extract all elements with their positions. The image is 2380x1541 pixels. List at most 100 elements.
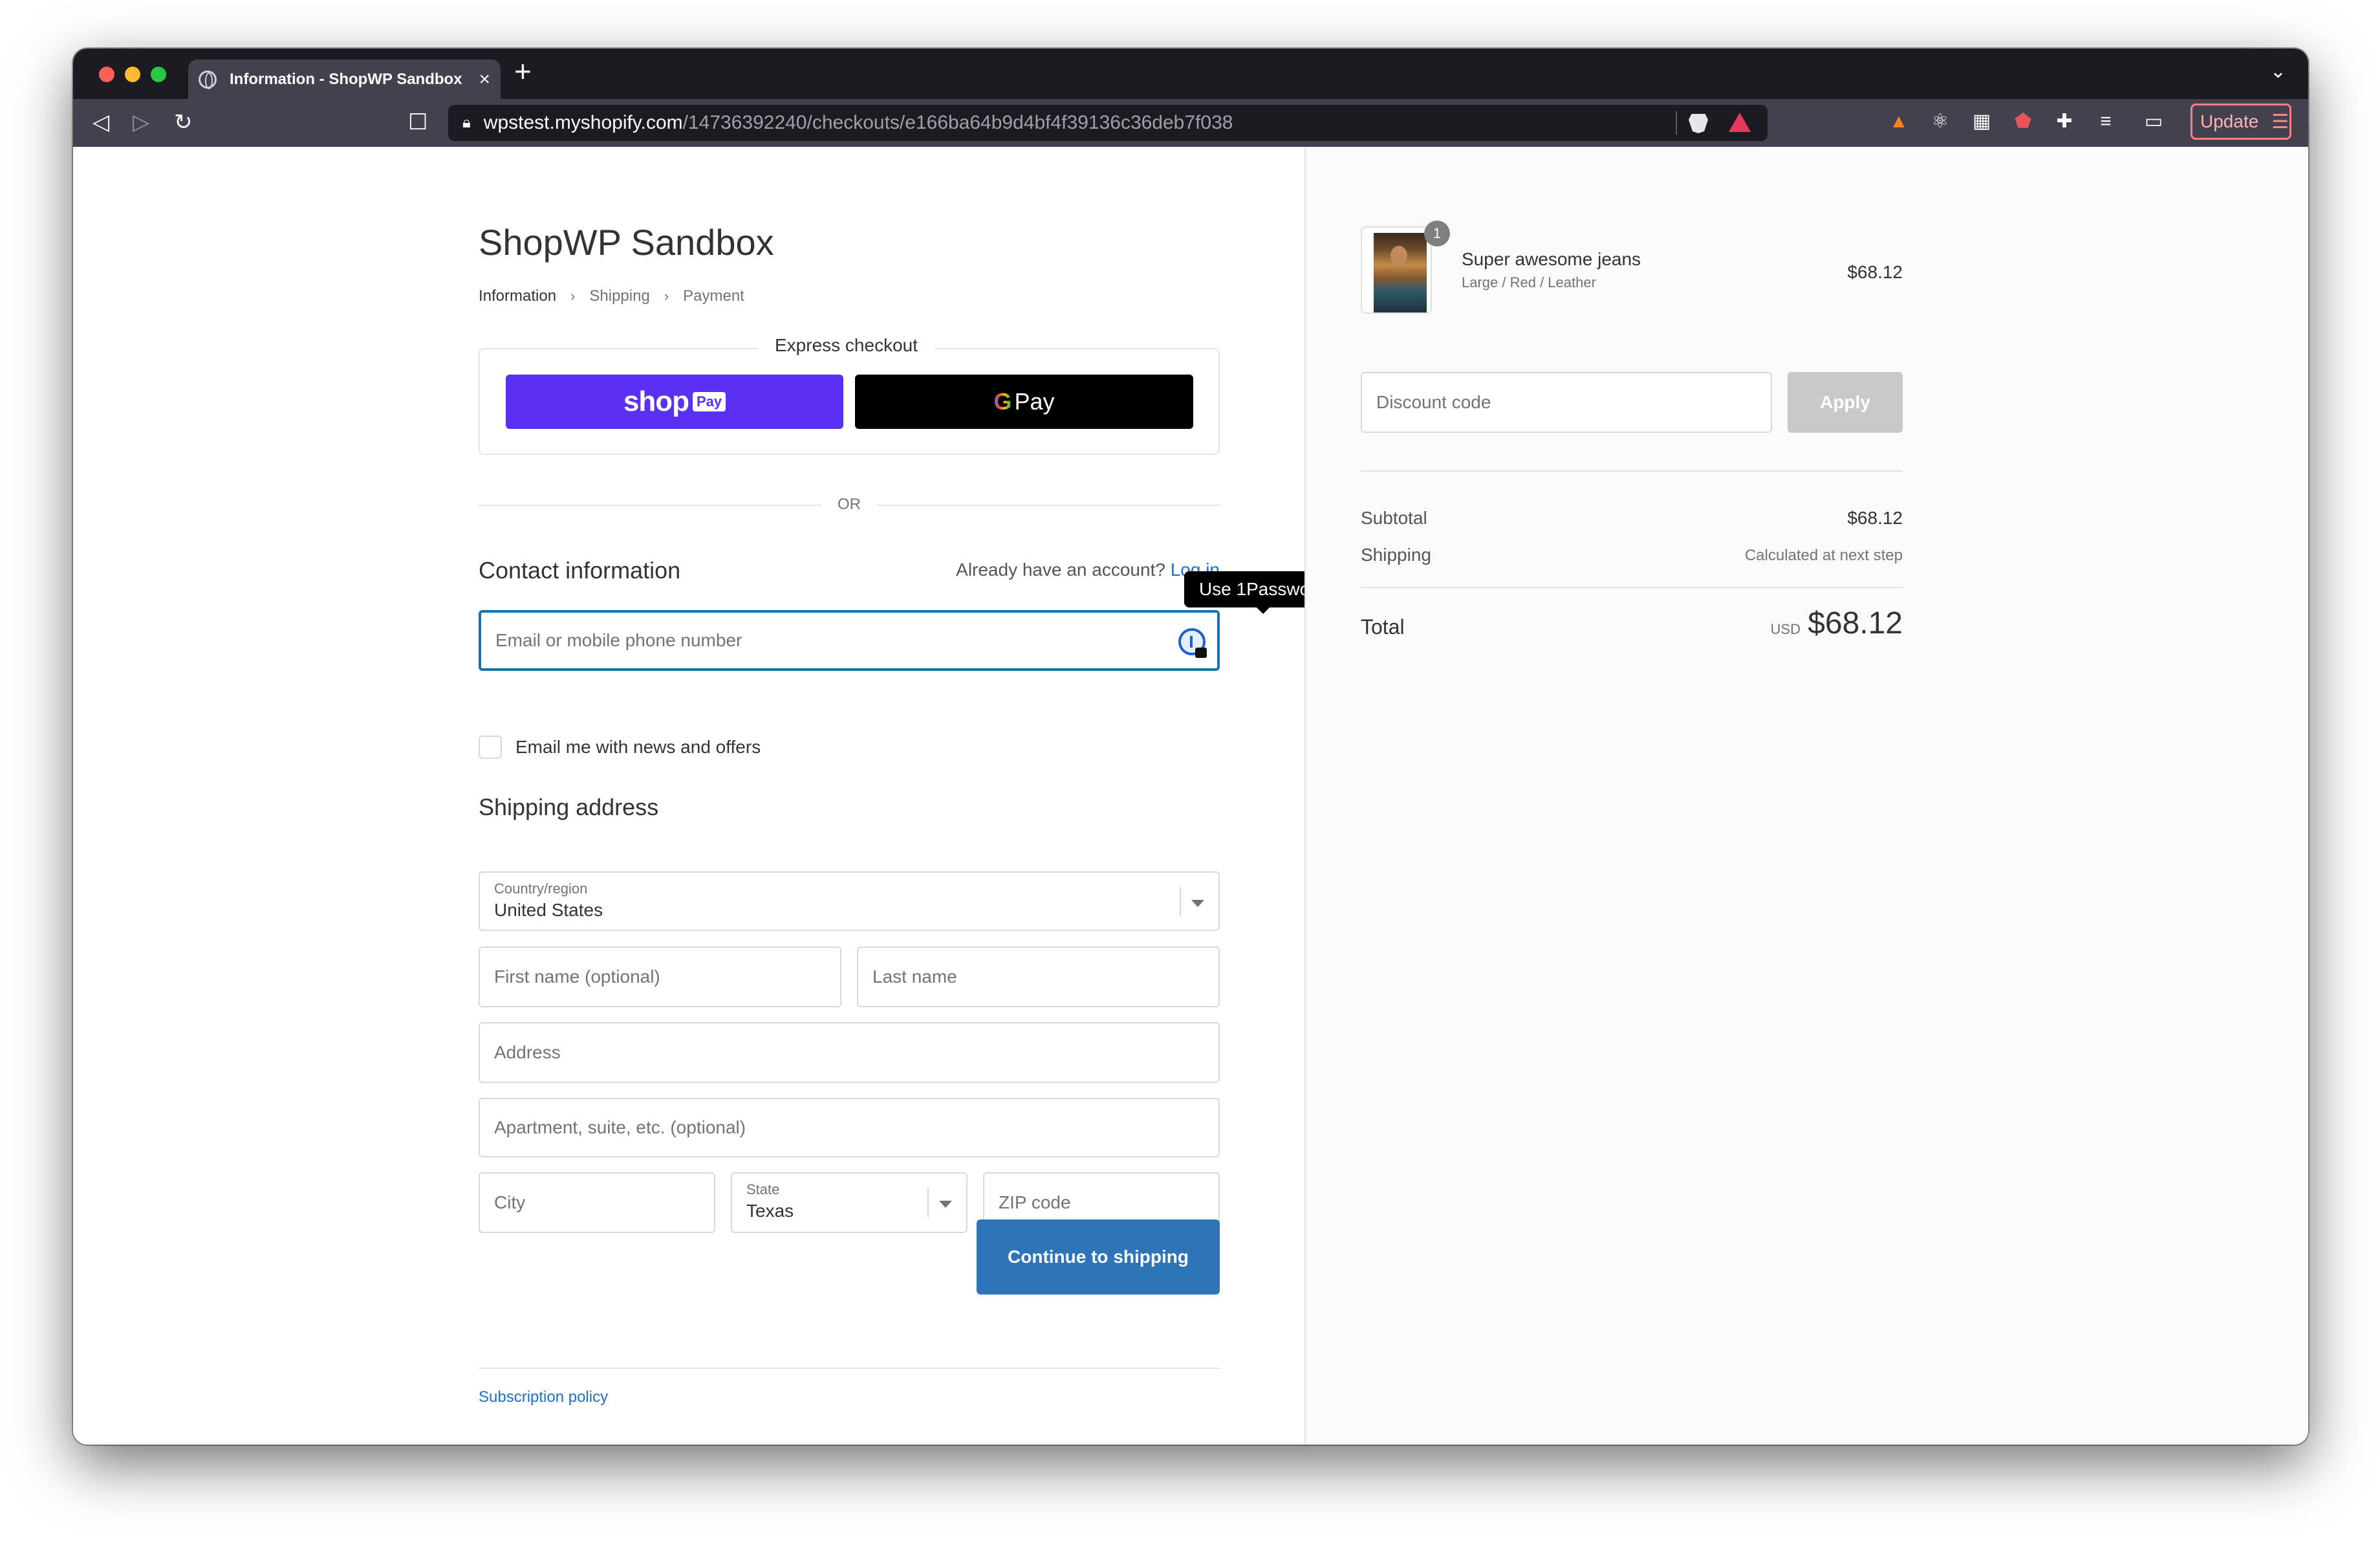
globe-icon bbox=[199, 70, 217, 89]
puzzle-extensions-icon[interactable]: ✚ bbox=[2053, 111, 2075, 133]
forward-button[interactable]: ▷ bbox=[133, 109, 149, 135]
first-name-placeholder: First name (optional) bbox=[494, 967, 660, 987]
playlist-icon[interactable]: ≡ bbox=[2095, 111, 2117, 133]
back-button[interactable]: ◁ bbox=[92, 109, 109, 135]
state-select[interactable]: State Texas bbox=[731, 1172, 968, 1233]
country-select[interactable]: Country/region United States bbox=[479, 871, 1220, 931]
url-divider bbox=[1676, 111, 1677, 135]
summary-divider bbox=[1361, 587, 1903, 588]
address-field[interactable]: Address bbox=[479, 1022, 1220, 1083]
breadcrumb-shipping: Shipping bbox=[589, 287, 650, 305]
close-tab-icon[interactable]: × bbox=[479, 69, 490, 91]
country-value: United States bbox=[494, 900, 603, 920]
breadcrumb-information[interactable]: Information bbox=[479, 287, 556, 305]
apartment-placeholder: Apartment, suite, etc. (optional) bbox=[494, 1117, 746, 1137]
newsletter-label: Email me with news and offers bbox=[515, 737, 761, 757]
tab-list-chevron-icon[interactable]: ⌄ bbox=[2270, 60, 2286, 83]
new-tab-button[interactable]: + bbox=[514, 56, 532, 86]
continue-to-shipping-button[interactable]: Continue to shipping bbox=[977, 1219, 1220, 1295]
url-host: wpstest.myshopify.com bbox=[483, 112, 683, 133]
zip-placeholder: ZIP code bbox=[999, 1192, 1071, 1212]
account-prompt: Already have an account? Log in bbox=[956, 560, 1220, 580]
update-button[interactable]: Update ☰ bbox=[2191, 104, 2291, 140]
close-window-button[interactable] bbox=[99, 67, 114, 82]
url-path: /14736392240/checkouts/e166ba64b9d4bf4f3… bbox=[682, 112, 1233, 133]
shop-pay-button[interactable]: shop Pay bbox=[506, 375, 843, 429]
update-label: Update bbox=[2200, 111, 2259, 131]
subtotal-value: $68.12 bbox=[1847, 508, 1903, 528]
address-bar[interactable]: 🔒︎ wpstest.myshopify.com/14736392240/che… bbox=[448, 105, 1768, 141]
email-field[interactable]: Email or mobile phone number bbox=[479, 610, 1220, 671]
browser-tab[interactable]: Information - ShopWP Sandbox × bbox=[188, 60, 501, 99]
qr-code-icon[interactable]: ▦ bbox=[1971, 111, 1993, 133]
tab-bar: Information - ShopWP Sandbox × + ⌄ bbox=[73, 49, 2308, 99]
minimize-window-button[interactable] bbox=[125, 67, 140, 82]
checkout-page: ShopWP Sandbox Information › Shipping › … bbox=[73, 147, 2308, 1445]
total-label: Total bbox=[1361, 615, 1405, 639]
lock-icon bbox=[1195, 648, 1207, 658]
metamask-icon[interactable]: ▲ bbox=[1888, 111, 1910, 133]
newsletter-checkbox[interactable] bbox=[479, 736, 502, 759]
breadcrumb-payment: Payment bbox=[683, 287, 744, 305]
state-label: State bbox=[746, 1181, 780, 1197]
wallet-icon[interactable]: ▭ bbox=[2143, 111, 2165, 133]
or-divider-left bbox=[479, 505, 821, 506]
navigation-toolbar: ◁ ▷ ↻ ☐ 🔒︎ wpstest.myshopify.com/1473639… bbox=[73, 99, 2308, 147]
address-placeholder: Address bbox=[494, 1042, 561, 1062]
state-value: Texas bbox=[746, 1201, 794, 1221]
caret-down-icon bbox=[939, 1201, 952, 1208]
apartment-field[interactable]: Apartment, suite, etc. (optional) bbox=[479, 1098, 1220, 1157]
react-devtools-icon[interactable]: ⚛ bbox=[1929, 111, 1951, 133]
shop-title: ShopWP Sandbox bbox=[479, 222, 774, 263]
total-value: $68.12 bbox=[1808, 606, 1903, 640]
contact-information-title: Contact information bbox=[479, 557, 681, 584]
or-divider-right bbox=[877, 505, 1220, 506]
caret-down-icon bbox=[1191, 900, 1204, 907]
discount-code-field[interactable]: Discount code bbox=[1361, 372, 1772, 433]
total-currency: USD bbox=[1770, 621, 1801, 637]
reload-button[interactable]: ↻ bbox=[174, 109, 193, 135]
product-price: $68.12 bbox=[1847, 262, 1903, 282]
footer-divider bbox=[479, 1368, 1220, 1369]
tab-title: Information - ShopWP Sandbox bbox=[230, 70, 462, 88]
shop-pay-logo: shop bbox=[623, 386, 689, 417]
city-field[interactable]: City bbox=[479, 1172, 715, 1233]
google-pay-label: Pay bbox=[1014, 388, 1055, 415]
summary-divider bbox=[1361, 470, 1903, 472]
subscription-policy-link[interactable]: Subscription policy bbox=[479, 1388, 608, 1406]
browser-window: Information - ShopWP Sandbox × + ⌄ ◁ ▷ ↻… bbox=[73, 49, 2308, 1445]
maximize-window-button[interactable] bbox=[151, 67, 166, 82]
bookmark-icon[interactable]: ☐ bbox=[408, 109, 427, 135]
or-divider-label: OR bbox=[838, 496, 861, 513]
apply-discount-button[interactable]: Apply bbox=[1788, 372, 1903, 433]
product-image-face bbox=[1390, 246, 1407, 265]
email-placeholder: Email or mobile phone number bbox=[495, 630, 742, 650]
discount-placeholder: Discount code bbox=[1376, 392, 1491, 412]
shipping-address-title: Shipping address bbox=[479, 794, 659, 820]
menu-icon: ☰ bbox=[2271, 111, 2289, 133]
last-name-field[interactable]: Last name bbox=[857, 946, 1220, 1007]
last-name-placeholder: Last name bbox=[872, 967, 957, 987]
shipping-value: Calculated at next step bbox=[1744, 547, 1903, 564]
product-image bbox=[1374, 233, 1427, 312]
subtotal-label: Subtotal bbox=[1361, 508, 1427, 528]
product-variant: Large / Red / Leather bbox=[1462, 274, 1596, 290]
express-checkout-title: Express checkout bbox=[758, 335, 935, 356]
product-thumbnail bbox=[1361, 226, 1432, 314]
ublock-icon[interactable]: ⬟ bbox=[2012, 111, 2034, 133]
product-name: Super awesome jeans bbox=[1462, 249, 1641, 269]
express-checkout: Express checkout shop Pay G Pay bbox=[479, 335, 1220, 455]
breadcrumb: Information › Shipping › Payment bbox=[479, 287, 744, 305]
google-g-icon: G bbox=[993, 388, 1012, 415]
account-prompt-text: Already have an account? bbox=[956, 560, 1165, 580]
chevron-right-icon: › bbox=[570, 288, 576, 304]
first-name-field[interactable]: First name (optional) bbox=[479, 946, 841, 1007]
lock-icon: 🔒︎ bbox=[462, 114, 471, 131]
brave-rewards-icon[interactable] bbox=[1729, 113, 1751, 132]
select-divider bbox=[927, 1188, 929, 1218]
country-label: Country/region bbox=[494, 880, 588, 897]
order-summary: 1 Super awesome jeans Large / Red / Leat… bbox=[1304, 147, 2308, 1445]
google-pay-button[interactable]: G Pay bbox=[855, 375, 1193, 429]
brave-shields-icon[interactable] bbox=[1689, 114, 1708, 133]
quantity-badge: 1 bbox=[1424, 221, 1450, 246]
